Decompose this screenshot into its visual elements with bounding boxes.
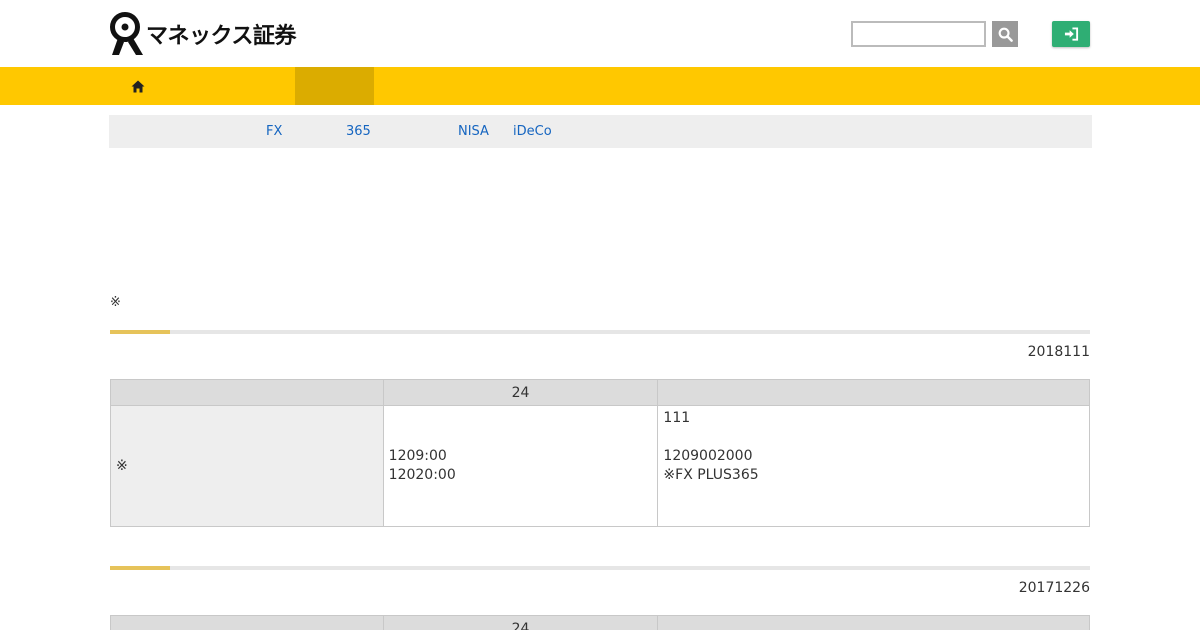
section-date: 2018111	[1027, 344, 1090, 360]
subnav-link-fx[interactable]: FX	[266, 124, 282, 139]
monex-logo[interactable]: マネックス証券	[109, 12, 296, 56]
table-header-cell	[110, 615, 384, 630]
detail-line: 1209002000	[663, 448, 753, 464]
section-divider	[110, 566, 1090, 570]
note-mark: ※	[110, 295, 121, 310]
search-input[interactable]	[851, 21, 986, 47]
table-header-cell: 24	[382, 379, 659, 406]
sign-in-icon	[1064, 27, 1078, 41]
section-divider-accent	[110, 330, 170, 334]
logo-text: マネックス証券	[146, 24, 296, 49]
table-cell-details: 111 1209002000 ※FX PLUS365	[657, 405, 1090, 527]
table-row: ※ 1209:00 12020:00 111 1209002000 ※FX PL…	[110, 405, 1090, 527]
detail-line: 111	[663, 410, 691, 426]
table-header-cell	[657, 379, 1090, 406]
schedule-table: 24 ※ 1209:00 12020:00 111 1209002000 ※FX…	[110, 379, 1090, 527]
time-line: 1209:00	[388, 448, 447, 464]
table-cell-times: 1209:00 12020:00	[382, 405, 659, 527]
subnav-link-ideco[interactable]: iDeCo	[513, 124, 552, 139]
subnav-link-365[interactable]: 365	[346, 124, 371, 139]
table-header-cell	[110, 379, 384, 406]
section-divider-accent	[110, 566, 170, 570]
detail-spacer	[663, 428, 1084, 447]
table-header-row: 24	[110, 379, 1090, 406]
section-date: 20171226	[1018, 580, 1090, 596]
monex-logo-mark-icon	[110, 12, 143, 55]
schedule-table: 24	[110, 615, 1090, 630]
time-line: 12020:00	[388, 467, 456, 483]
subnav-link-nisa[interactable]: NISA	[458, 124, 489, 139]
search-button[interactable]	[992, 21, 1018, 47]
login-button[interactable]	[1052, 21, 1090, 47]
table-header-cell	[657, 615, 1090, 630]
section-divider	[110, 330, 1090, 334]
nav-home-button[interactable]	[110, 67, 165, 105]
search-icon	[998, 27, 1013, 42]
nav-item-active[interactable]	[295, 67, 374, 105]
home-icon	[131, 80, 144, 92]
site-header: マネックス証券	[0, 0, 1200, 67]
sub-nav: FX 365 NISA iDeCo	[109, 115, 1092, 148]
table-row-label: ※	[110, 405, 384, 527]
detail-line: ※FX PLUS365	[663, 467, 759, 483]
table-header-row: 24	[110, 615, 1090, 630]
main-nav	[0, 67, 1200, 105]
table-header-cell: 24	[382, 615, 659, 630]
